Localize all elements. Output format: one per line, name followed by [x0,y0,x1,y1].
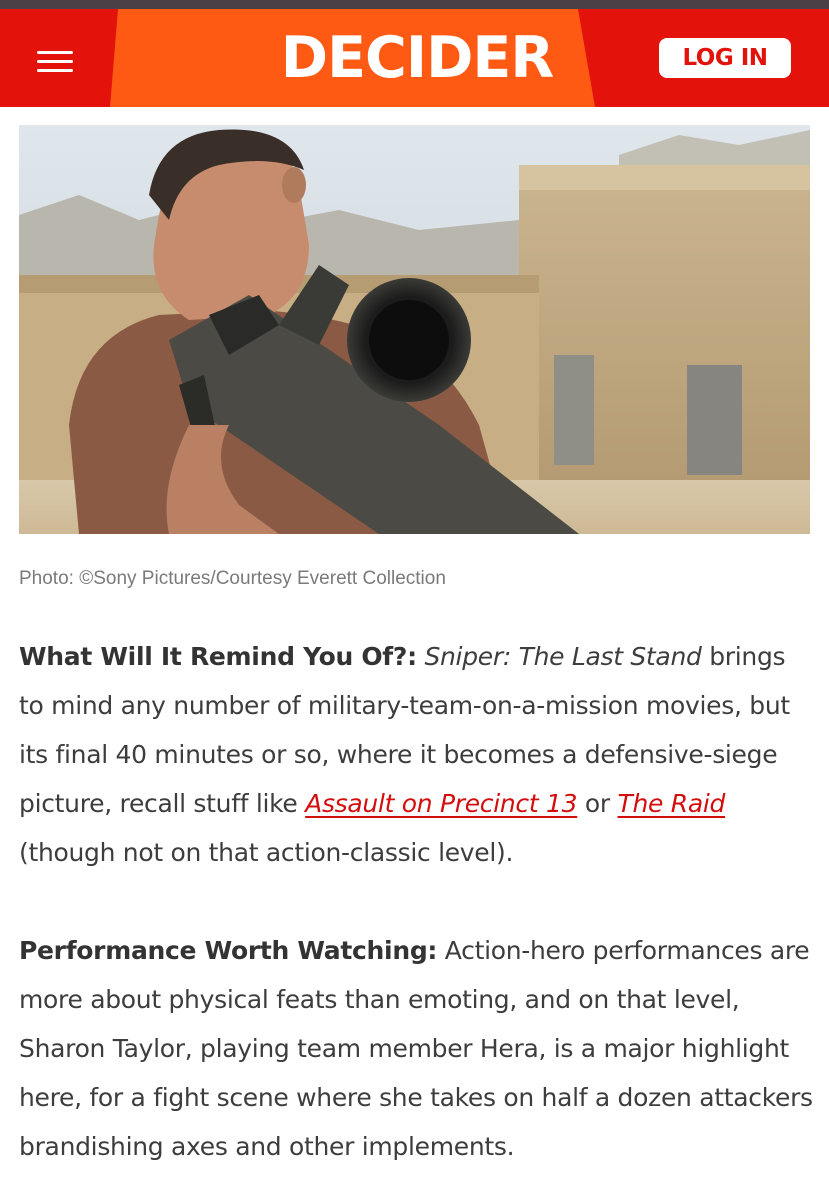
remind-text-2: or [577,789,618,818]
login-button[interactable]: LOG IN [659,38,791,78]
link-the-raid[interactable]: The Raid [618,789,726,818]
movie-title: Sniper: The Last Stand [424,642,702,671]
performance-text: Action-hero performances are more about … [19,936,813,1161]
site-header: DECIDER LOG IN [0,9,829,107]
photo-caption: Photo: ©Sony Pictures/Courtesy Everett C… [19,568,446,589]
link-assault-on-precinct-13[interactable]: Assault on Precinct 13 [305,789,577,818]
hero-photo [19,125,810,534]
performance-label: Performance Worth Watching: [19,936,438,965]
hamburger-menu-icon[interactable] [34,49,76,77]
hero-image [19,125,810,534]
article-body: What Will It Remind You Of?: Sniper: The… [19,632,814,1171]
remind-text-3: (though not on that action-classic level… [19,838,514,867]
paragraph-performance: Performance Worth Watching: Action-hero … [19,926,814,1171]
remind-label: What Will It Remind You Of?: [19,642,417,671]
site-logo[interactable]: DECIDER [262,25,572,91]
top-strip [0,0,829,9]
paragraph-remind-you-of: What Will It Remind You Of?: Sniper: The… [19,632,814,877]
